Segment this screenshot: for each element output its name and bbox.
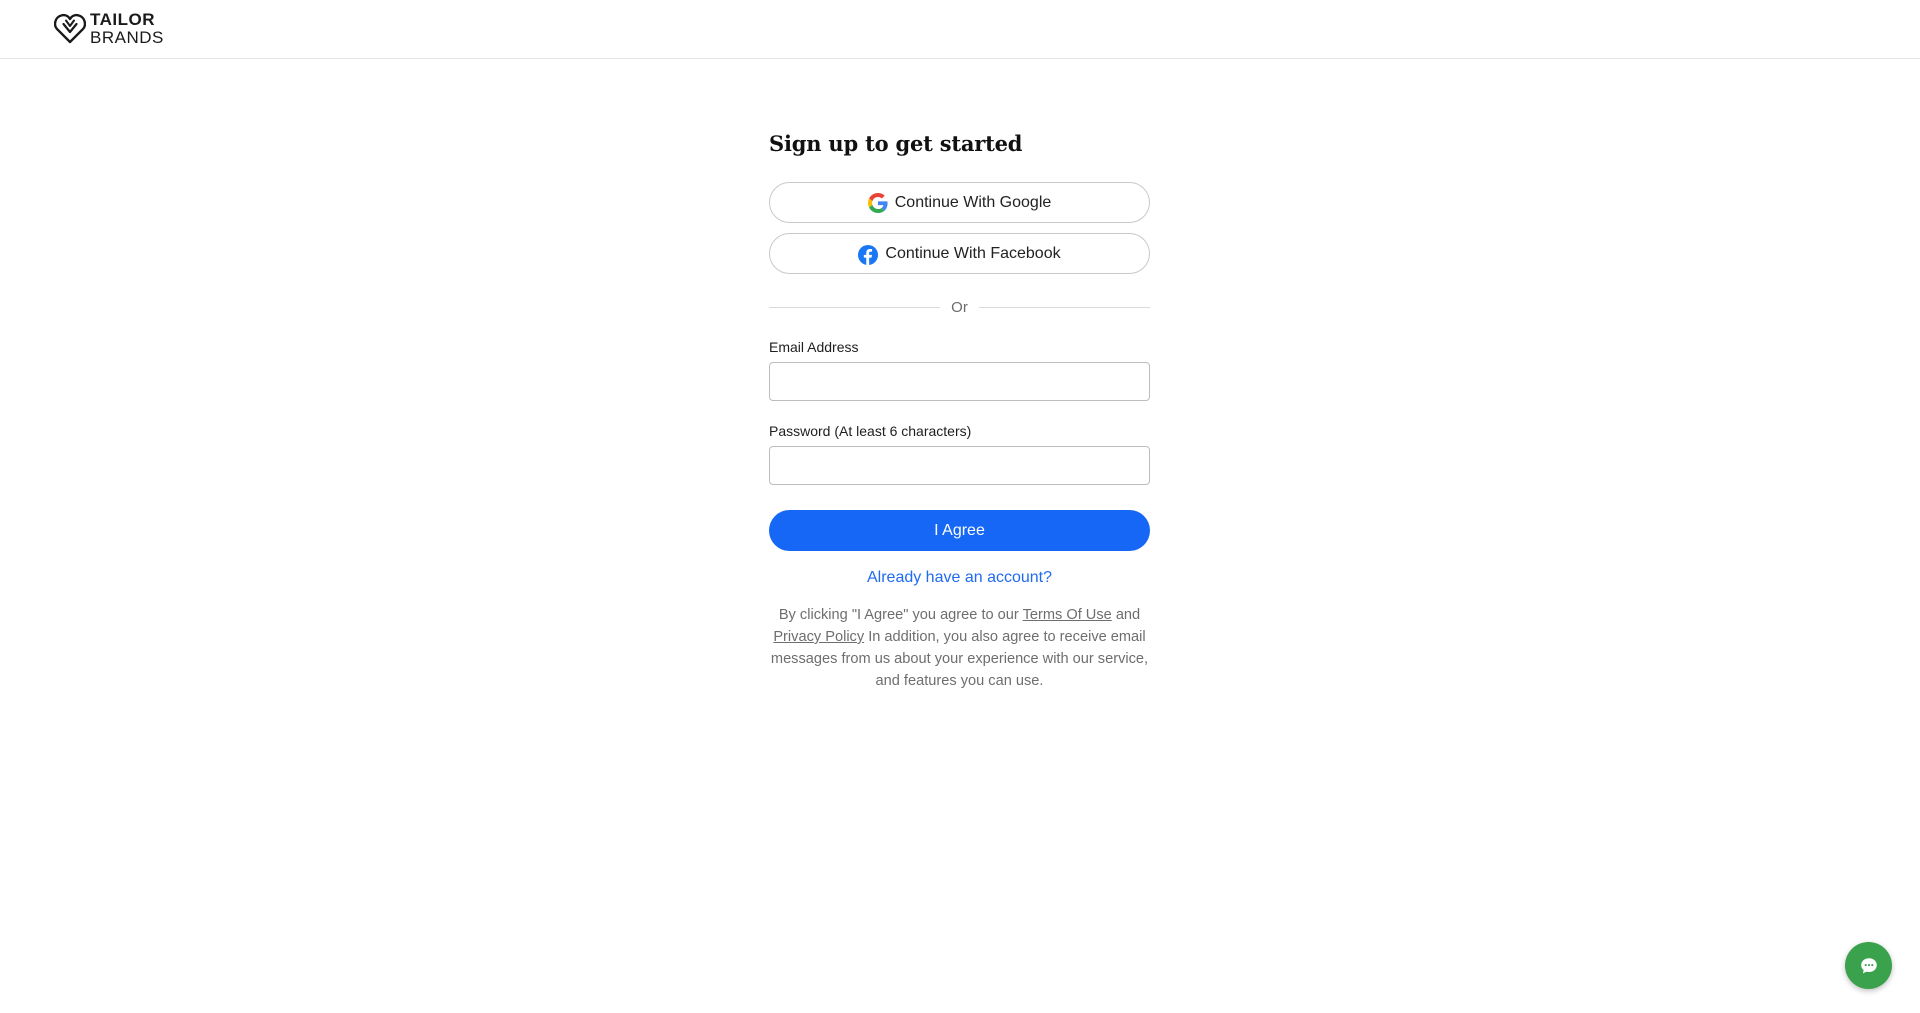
terms-of-use-link[interactable]: Terms Of Use [1023,607,1112,623]
logo-wordmark: TAILOR BRANDS [90,11,164,46]
logo-text-tailor: TAILOR [90,9,156,29]
legal-notice: By clicking "I Agree" you agree to our T… [769,604,1150,692]
facebook-icon [858,244,879,265]
email-label: Email Address [769,339,859,355]
continue-with-facebook-button[interactable]: Continue With Facebook [769,233,1150,274]
legal-text-part2: and [1111,607,1141,623]
privacy-policy-link[interactable]: Privacy Policy [773,629,864,645]
top-bar: TAILOR BRANDS [0,0,1920,59]
password-field[interactable] [769,446,1150,485]
divider-line-right [978,306,1151,308]
google-icon [867,192,888,213]
continue-with-google-button[interactable]: Continue With Google [769,182,1150,223]
divider-line-left [769,306,941,308]
i-agree-button[interactable]: I Agree [769,510,1150,551]
chat-bubble-icon [1860,957,1877,973]
facebook-button-label: Continue With Facebook [885,244,1061,262]
page-title: Sign up to get started [769,131,1023,156]
tailor-brands-heart-icon [54,13,86,44]
already-have-account-link[interactable]: Already have an account? [769,568,1150,588]
google-button-label: Continue With Google [894,193,1052,211]
password-label: Password (At least 6 characters) [769,423,972,439]
signup-form: Sign up to get started Continue With Goo… [769,128,1151,707]
divider-text: Or [951,298,968,316]
chat-button[interactable] [1845,942,1892,989]
legal-text-part1: By clicking "I Agree" you agree to our [778,607,1023,623]
or-divider: Or [769,297,1151,317]
logo-link[interactable]: TAILOR BRANDS [54,11,164,46]
email-field[interactable] [769,362,1150,401]
logo-text-brands: BRANDS [90,27,164,47]
